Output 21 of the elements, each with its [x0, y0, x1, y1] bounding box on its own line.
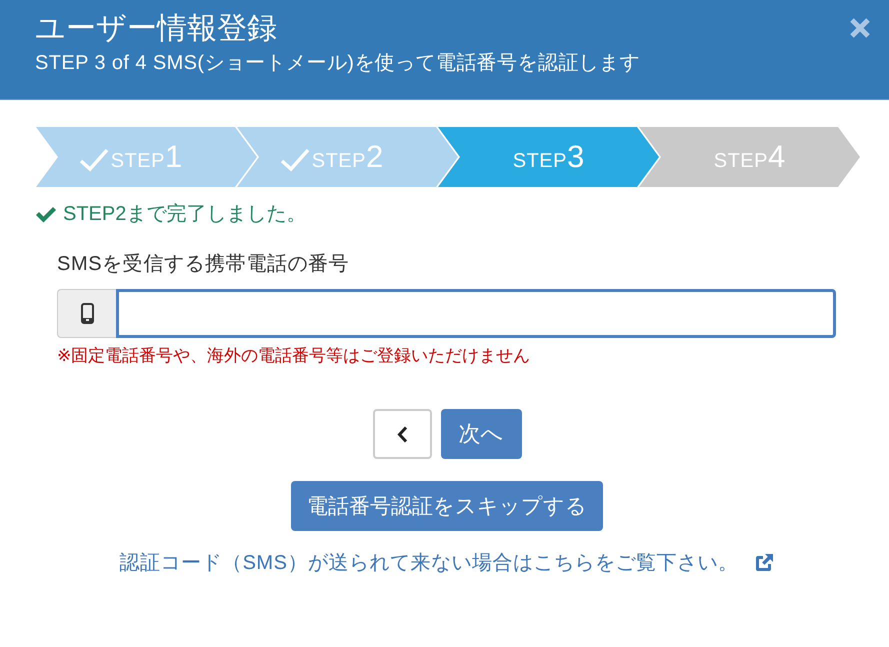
check-icon [280, 148, 310, 172]
phone-number-input[interactable] [116, 289, 836, 338]
step-label: STEP1 [110, 139, 182, 175]
skip-button[interactable]: 電話番号認証をスキップする [291, 481, 603, 531]
dialog-title: ユーザー情報登録 [35, 11, 278, 47]
step-label: STEP3 [512, 139, 584, 175]
close-icon [849, 17, 871, 39]
check-icon [36, 206, 56, 222]
step-label: STEP2 [312, 139, 384, 175]
chevron-left-icon [396, 426, 408, 442]
status-message: STEP2まで完了しました。 [63, 202, 306, 226]
close-button[interactable] [849, 17, 871, 39]
field-note: ※固定電話番号や、海外の電話番号等はご登録いただけません [57, 346, 532, 366]
check-icon [78, 148, 109, 172]
next-button[interactable]: 次へ [440, 409, 522, 459]
help-link[interactable]: 認証コード（SMS）が送られて来ない場合はこちらをご覧下さい。 [120, 551, 738, 575]
field-label: SMSを受信する携帯電話の番号 [57, 252, 350, 276]
back-button[interactable] [372, 409, 432, 459]
mobile-phone-icon [80, 303, 94, 324]
external-link-icon [754, 553, 774, 573]
dialog-subtitle: STEP 3 of 4 SMS(ショートメール)を使って電話番号を認証します [35, 51, 640, 75]
